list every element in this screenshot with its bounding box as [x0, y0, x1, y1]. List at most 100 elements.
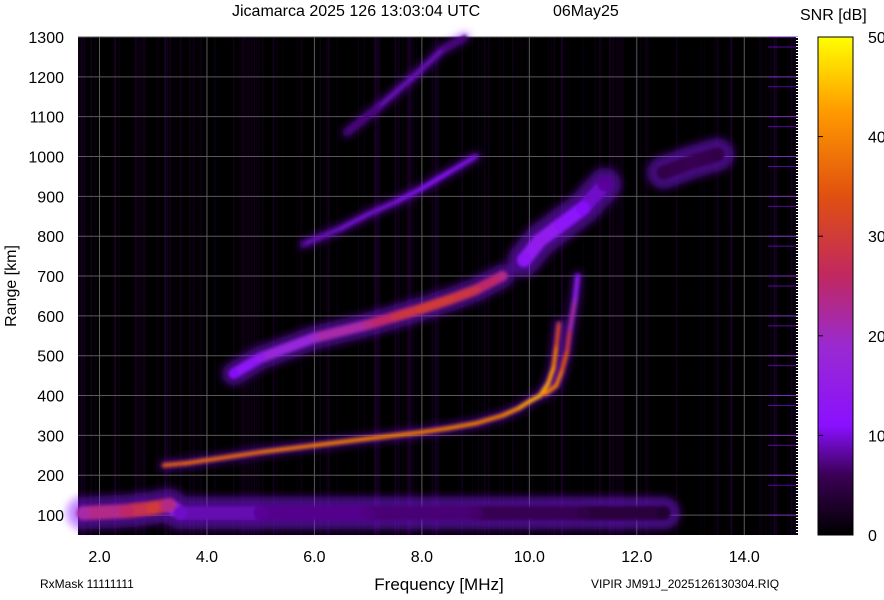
y-tick-label: 1200 [28, 70, 64, 87]
echo-point [443, 294, 454, 305]
noise-streak [561, 37, 563, 535]
noise-streak [397, 37, 400, 535]
echo-point [554, 217, 569, 232]
noise-streak [296, 37, 298, 535]
echo-point [312, 443, 317, 448]
echo-point [409, 76, 414, 81]
noise-streak [675, 37, 677, 535]
noise-streak [437, 37, 440, 535]
x-tick-label: 14.0 [729, 549, 760, 566]
y-tick-label: 700 [37, 269, 64, 286]
noise-streak [602, 37, 603, 535]
echo-point [551, 365, 556, 370]
echo-point [339, 226, 344, 231]
echo-point [446, 426, 451, 431]
echo-point [517, 253, 531, 268]
noise-streak [243, 37, 245, 535]
noise-streak [714, 37, 716, 535]
noise-streak [83, 37, 85, 535]
noise-streak [137, 37, 139, 535]
noise-streak [140, 37, 141, 535]
noise-streak [412, 37, 414, 535]
y-tick-label: 900 [37, 189, 64, 206]
noise-streak [730, 37, 732, 535]
echo-point [559, 369, 564, 374]
noise-streak [765, 37, 767, 535]
noise-streak [242, 37, 244, 535]
colorbar-tick-label: 40 [868, 130, 884, 147]
noise-streak [634, 37, 636, 535]
echo-point [468, 506, 483, 521]
echo-point [533, 233, 548, 248]
y-tick-label: 600 [37, 309, 64, 326]
noise-streak [553, 37, 556, 535]
colorbar: 0 10 20 30 40 50 [817, 30, 884, 545]
noise-streak [613, 37, 615, 535]
noise-streak [703, 37, 705, 535]
noise-streak [253, 37, 255, 535]
noise-streak [527, 37, 528, 535]
echo-point [565, 349, 569, 354]
echo-point [366, 436, 371, 441]
noise-streak [238, 37, 240, 535]
echo-point [462, 35, 467, 39]
noise-streak [616, 37, 618, 535]
noise-streak [432, 37, 434, 535]
echo-point [363, 319, 374, 330]
echo-point [516, 406, 521, 411]
echo-point [473, 421, 478, 426]
noise-streak [144, 37, 146, 535]
noise-streak [80, 37, 83, 535]
noise-streak [611, 37, 614, 535]
plot-area [66, 32, 798, 535]
echo-point [76, 506, 91, 521]
noise-streak [435, 37, 437, 535]
x-tick-label: 10.0 [514, 549, 545, 566]
noise-streak [608, 37, 610, 535]
noise-streak [623, 37, 624, 535]
colorbar-tick-label: 10 [868, 428, 884, 445]
noise-streak [254, 37, 256, 535]
noise-streak [646, 37, 649, 535]
noise-streak [551, 37, 553, 535]
chart-date: 06May25 [553, 3, 619, 20]
noise-streak [163, 37, 165, 535]
colorbar-tick-label: 20 [868, 329, 884, 346]
noise-streak [319, 37, 321, 535]
echo-point [301, 242, 306, 247]
noise-streak [532, 37, 534, 535]
noise-streak [136, 37, 138, 535]
echo-point [656, 165, 671, 180]
echo-point [146, 500, 161, 515]
noise-streak [415, 37, 417, 535]
noise-streak [272, 37, 275, 535]
noise-streak [512, 37, 514, 535]
noise-streak [245, 37, 248, 535]
echo-point [554, 345, 559, 350]
noise-streak [118, 37, 120, 535]
noise-streak [433, 37, 435, 535]
echo-point [546, 381, 551, 386]
echo-segment [162, 461, 188, 468]
echo-point [376, 104, 381, 109]
echo-point [205, 458, 209, 463]
x-tick-labels: 2.0 4.0 6.0 8.0 10.0 12.0 14.0 [88, 549, 760, 566]
noise-streak [78, 37, 80, 535]
noise-streak [316, 37, 317, 535]
noise-streak [95, 37, 97, 535]
echo-point [543, 391, 548, 396]
y-tick-labels: 100 200 300 400 500 600 700 800 900 1000 1100 1200 1… [28, 30, 64, 525]
colorbar-tick-label: 30 [868, 229, 884, 246]
y-tick-label: 1000 [28, 150, 64, 167]
echo-point [183, 461, 188, 466]
noise-streak [700, 37, 702, 535]
noise-streak [409, 37, 412, 535]
colorbar-label: SNR [dB] [800, 7, 867, 24]
echo-point [538, 393, 543, 398]
noise-streak [250, 37, 253, 535]
x-tick-label: 12.0 [621, 549, 652, 566]
noise-streak [429, 37, 431, 535]
x-axis-label: Frequency [MHz] [374, 575, 503, 594]
noise-streak [262, 37, 264, 535]
noise-streak [599, 37, 601, 535]
